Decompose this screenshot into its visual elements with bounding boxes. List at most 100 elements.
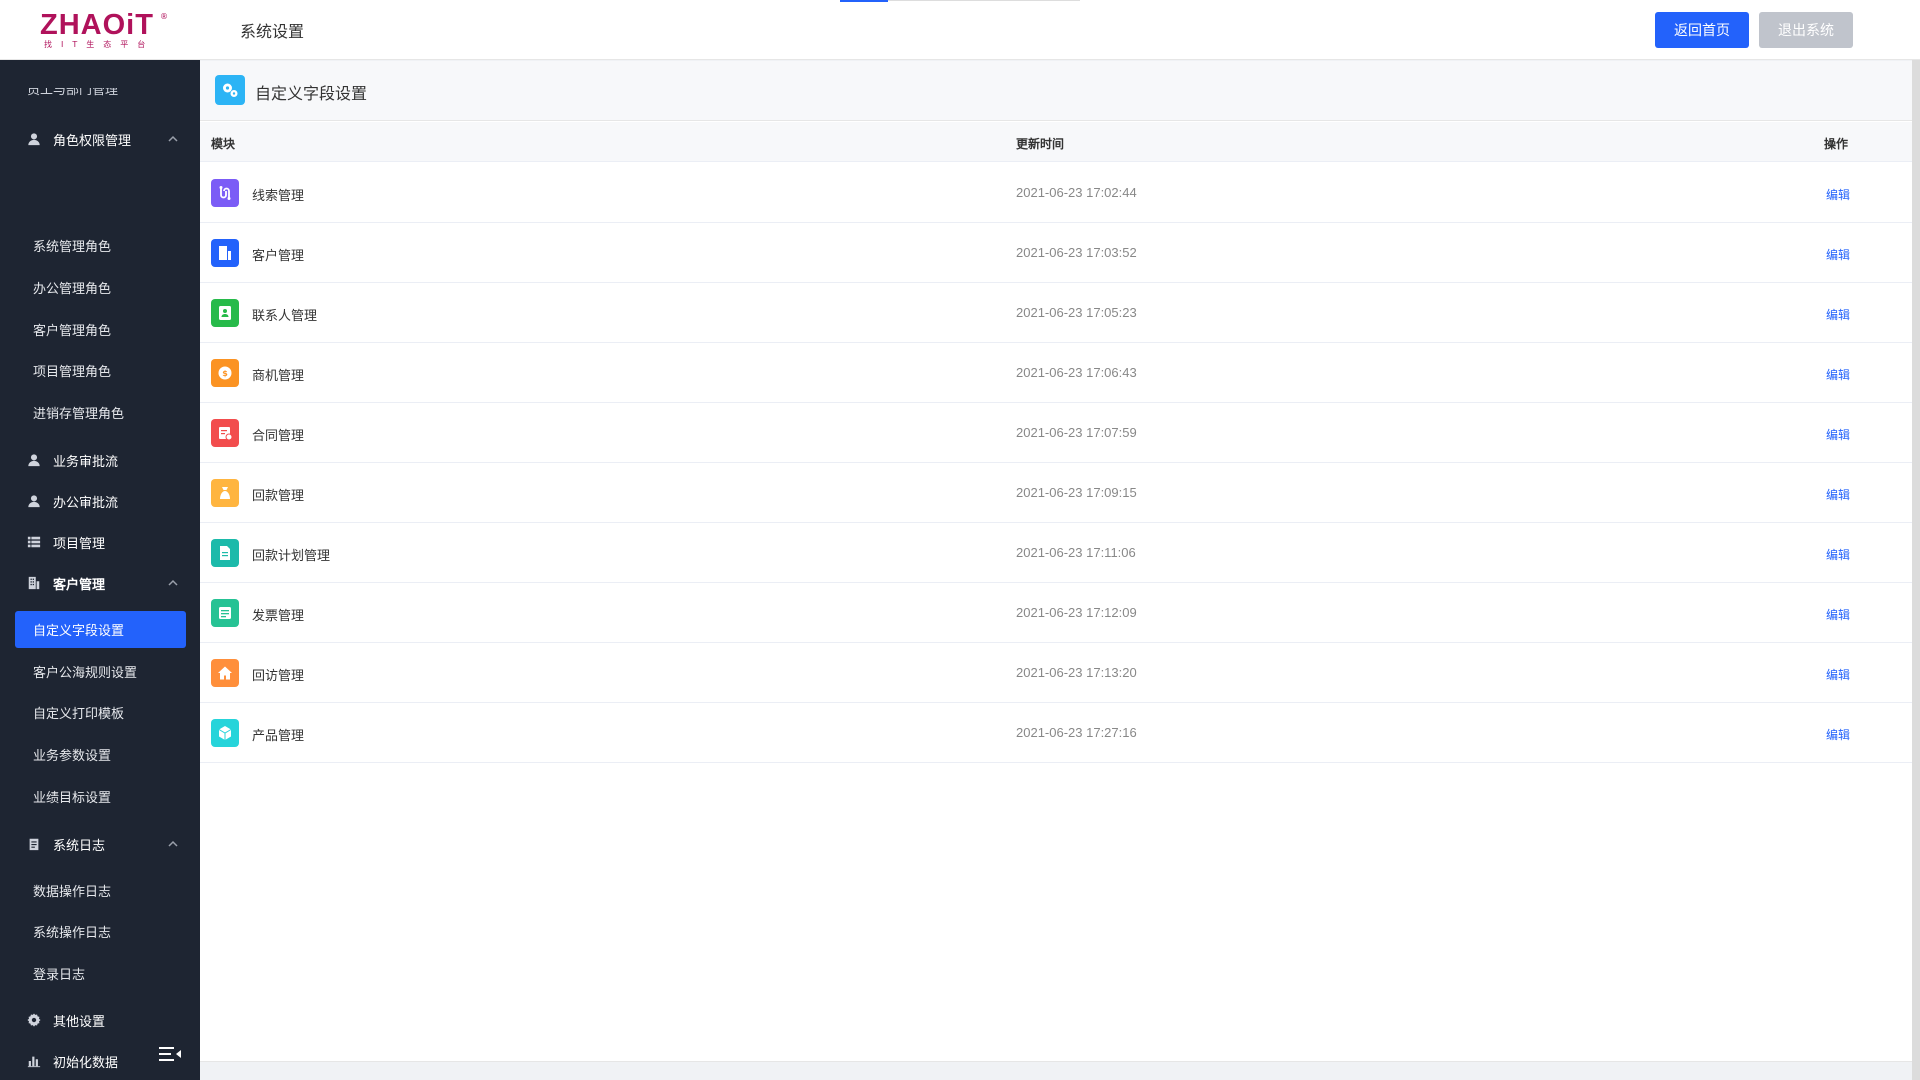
invoice-icon: [211, 599, 239, 627]
sidebar-cut-label: 员工与部门管理: [27, 88, 119, 98]
sidebar-group-office-flow[interactable]: 办公审批流: [0, 481, 200, 521]
sidebar-item-office-role[interactable]: 办公管理角色: [15, 269, 186, 306]
update-time: 2021-06-23 17:07:59: [1016, 425, 1137, 440]
logo-registered-mark: ®: [160, 12, 168, 21]
contact-icon: [211, 299, 239, 327]
page-header-title: 系统设置: [240, 22, 305, 41]
update-time: 2021-06-23 17:27:16: [1016, 725, 1137, 740]
top-tab-line: [888, 0, 1080, 1]
module-name: 合同管理: [252, 429, 305, 444]
user-icon: [27, 453, 41, 467]
module-name: 联系人管理: [252, 309, 318, 324]
table-row: 回访管理 2021-06-23 17:13:20 编辑: [200, 643, 1912, 703]
zhaoit-logo[interactable]: ZHAOiT 找IT生态平台 ®: [40, 10, 170, 50]
sidebar-group-label: 项目管理: [53, 536, 106, 552]
sidebar-group-label: 初始化数据: [53, 1055, 119, 1071]
business-icon: $: [211, 359, 239, 387]
update-time: 2021-06-23 17:12:09: [1016, 605, 1137, 620]
table-header: 模块 更新时间 操作: [200, 122, 1912, 162]
module-name: 产品管理: [252, 729, 305, 744]
top-header: ZHAOiT 找IT生态平台 ® 系统设置 返回首页 退出系统: [0, 0, 1920, 60]
clipboard-icon: [27, 837, 41, 851]
update-time: 2021-06-23 17:05:23: [1016, 305, 1137, 320]
edit-link[interactable]: 编辑: [1826, 366, 1850, 383]
chevron-up-icon: [168, 577, 178, 587]
settings-gears-icon: [215, 75, 245, 105]
top-tab-indicator: [840, 0, 888, 2]
module-name: 回款计划管理: [252, 549, 331, 564]
update-time: 2021-06-23 17:09:15: [1016, 485, 1137, 500]
sidebar-group-customer[interactable]: 客户管理: [0, 563, 200, 603]
content-footer: [200, 1061, 1912, 1080]
collapse-menu-icon[interactable]: [159, 1046, 181, 1062]
module-name: 客户管理: [252, 249, 305, 264]
sidebar-item-system-role[interactable]: 系统管理角色: [15, 227, 186, 264]
svg-text:$: $: [222, 369, 228, 378]
sidebar-group-biz-flow[interactable]: 业务审批流: [0, 440, 200, 480]
sidebar-item-customer-role[interactable]: 客户管理角色: [15, 311, 186, 348]
module-name: 发票管理: [252, 609, 305, 624]
content-title: 自定义字段设置: [255, 84, 368, 103]
customer-icon: [211, 239, 239, 267]
table-row: $ 商机管理 2021-06-23 17:06:43 编辑: [200, 343, 1912, 403]
gear-icon: [27, 1013, 41, 1027]
sidebar-item-data-log[interactable]: 数据操作日志: [15, 872, 186, 909]
table-row: 回款管理 2021-06-23 17:09:15 编辑: [200, 463, 1912, 523]
edit-link[interactable]: 编辑: [1826, 186, 1850, 203]
sidebar-item-custom-fields[interactable]: 自定义字段设置: [15, 611, 186, 648]
sidebar-group-label: 办公审批流: [53, 495, 119, 511]
sidebar-group-label: 系统日志: [53, 838, 106, 854]
edit-link[interactable]: 编辑: [1826, 546, 1850, 563]
sidebar-group-other[interactable]: 其他设置: [0, 1000, 200, 1040]
column-header-operation: 操作: [1824, 137, 1849, 151]
logout-button[interactable]: 退出系统: [1759, 12, 1853, 48]
module-name: 回款管理: [252, 489, 305, 504]
bar-chart-icon: [27, 1054, 41, 1068]
user-icon: [27, 132, 41, 146]
product-icon: [211, 719, 239, 747]
sidebar-item-print-template[interactable]: 自定义打印模板: [15, 694, 186, 731]
sidebar-group-role[interactable]: 角色权限管理: [0, 119, 200, 159]
sidebar-group-project[interactable]: 项目管理: [0, 522, 200, 562]
chevron-up-icon: [168, 838, 178, 848]
module-name: 线索管理: [252, 189, 305, 204]
table-row: 合同管理 2021-06-23 17:07:59 编辑: [200, 403, 1912, 463]
edit-link[interactable]: 编辑: [1826, 246, 1850, 263]
update-time: 2021-06-23 17:02:44: [1016, 185, 1137, 200]
contract-icon: [211, 419, 239, 447]
sidebar-group-syslog[interactable]: 系统日志: [0, 824, 200, 864]
sidebar-item-login-log[interactable]: 登录日志: [15, 955, 186, 992]
sidebar-group-label: 业务审批流: [53, 454, 119, 470]
content-header: 自定义字段设置: [200, 61, 1912, 121]
sidebar-item-project-role[interactable]: 项目管理角色: [15, 352, 186, 389]
sidebar-cut-item[interactable]: 员工与部门管理: [0, 88, 200, 104]
edit-link[interactable]: 编辑: [1826, 666, 1850, 683]
sidebar-item-business-params[interactable]: 业务参数设置: [15, 736, 186, 773]
update-time: 2021-06-23 17:13:20: [1016, 665, 1137, 680]
edit-link[interactable]: 编辑: [1826, 426, 1850, 443]
clue-icon: [211, 179, 239, 207]
edit-link[interactable]: 编辑: [1826, 306, 1850, 323]
list-icon: [27, 535, 41, 549]
update-time: 2021-06-23 17:03:52: [1016, 245, 1137, 260]
sidebar: 员工与部门管理 角色权限管理 系统管理角色 办公管理角色 客户管理角色 项目管理…: [0, 60, 200, 1080]
edit-link[interactable]: 编辑: [1826, 606, 1850, 623]
logo-text: ZHAOiT: [40, 9, 154, 41]
sidebar-group-label: 客户管理: [53, 577, 106, 593]
table-row: 联系人管理 2021-06-23 17:05:23 编辑: [200, 283, 1912, 343]
sidebar-item-system-log[interactable]: 系统操作日志: [15, 913, 186, 950]
back-home-button[interactable]: 返回首页: [1655, 12, 1749, 48]
table-row: 发票管理 2021-06-23 17:12:09 编辑: [200, 583, 1912, 643]
scrollbar-thumb[interactable]: [1912, 60, 1920, 1080]
table-row: 产品管理 2021-06-23 17:27:16 编辑: [200, 703, 1912, 763]
sidebar-item-performance-goals[interactable]: 业绩目标设置: [15, 778, 186, 815]
sidebar-item-pool-rules[interactable]: 客户公海规则设置: [15, 653, 186, 690]
module-name: 回访管理: [252, 669, 305, 684]
table-row: 线索管理 2021-06-23 17:02:44 编辑: [200, 163, 1912, 223]
user-icon: [27, 494, 41, 508]
edit-link[interactable]: 编辑: [1826, 726, 1850, 743]
sidebar-group-label: 角色权限管理: [53, 133, 132, 149]
edit-link[interactable]: 编辑: [1826, 486, 1850, 503]
sidebar-item-inventory-role[interactable]: 进销存管理角色: [15, 394, 186, 431]
visit-icon: [211, 659, 239, 687]
